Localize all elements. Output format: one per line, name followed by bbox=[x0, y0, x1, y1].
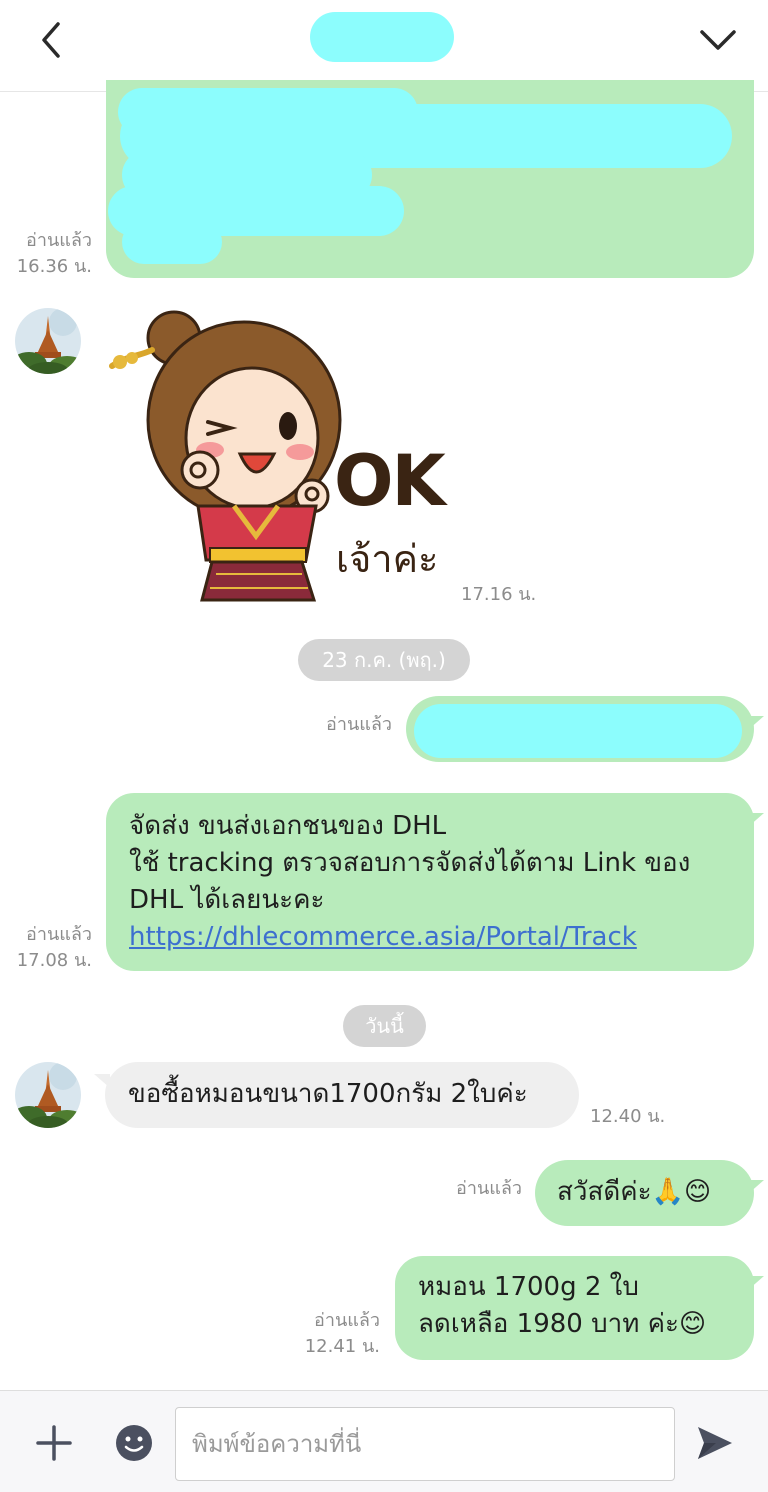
plus-icon bbox=[36, 1425, 72, 1461]
outgoing-message[interactable]: หมอน 1700g 2 ใบ ลดเหลือ 1980 บาท ค่ะ😊 bbox=[395, 1256, 754, 1360]
bubble-tail bbox=[748, 716, 764, 730]
chat-header bbox=[0, 0, 768, 92]
message-text: ขอซื้อหมอนขนาด1700กรัม 2ใบค่ะ bbox=[128, 1079, 528, 1109]
emoji-icon bbox=[116, 1425, 152, 1461]
message-input-bar: พิมพ์ข้อความที่นี่ bbox=[0, 1390, 768, 1492]
timestamp: 12.40 น. bbox=[590, 1106, 666, 1127]
chevron-down-icon bbox=[700, 30, 736, 50]
date-separator: 23 ก.ค. (พฤ.) bbox=[298, 639, 470, 681]
redaction-block bbox=[122, 220, 222, 264]
contact-avatar[interactable] bbox=[15, 308, 81, 374]
timestamp: 12.41 น. bbox=[304, 1336, 380, 1357]
message-line: DHL ได้เลยนะคะ bbox=[129, 885, 325, 915]
tracking-link[interactable]: https://dhlecommerce.asia/Portal/Track bbox=[129, 919, 749, 956]
message-meta: อ่านแล้ว 17.08 น. bbox=[0, 922, 92, 974]
read-receipt: อ่านแล้ว bbox=[26, 924, 92, 945]
chat-screen: อ่านแล้ว 16.36 น. OK เจ้าค่ะ 17.16 น. 23… bbox=[0, 0, 768, 1492]
message-meta: อ่านแล้ว 12.41 น. bbox=[280, 1308, 380, 1360]
chat-title-redacted bbox=[310, 12, 454, 62]
date-separator: วันนี้ bbox=[343, 1005, 426, 1047]
chevron-left-icon bbox=[42, 22, 60, 58]
send-icon bbox=[698, 1427, 732, 1459]
menu-toggle-button[interactable] bbox=[696, 18, 740, 62]
outgoing-message[interactable]: จัดส่ง ขนส่งเอกชนของ DHL ใช้ tracking ตร… bbox=[106, 793, 754, 971]
emoji-button[interactable] bbox=[114, 1423, 154, 1463]
message-body: หมอน 1700g 2 ใบ ลดเหลือ 1980 บาท ค่ะ😊 bbox=[418, 1269, 706, 1343]
outgoing-message[interactable]: สวัสดีค่ะ🙏😊 bbox=[535, 1160, 754, 1226]
redaction-block bbox=[414, 704, 742, 758]
read-receipt: อ่านแล้ว bbox=[26, 230, 92, 251]
contact-avatar[interactable] bbox=[15, 1062, 81, 1128]
incoming-message[interactable]: ขอซื้อหมอนขนาด1700กรัม 2ใบค่ะ bbox=[105, 1062, 579, 1128]
timestamp: 16.36 น. bbox=[16, 256, 92, 277]
sticker-ok-text: OK bbox=[334, 440, 446, 522]
message-input[interactable]: พิมพ์ข้อความที่นี่ bbox=[175, 1407, 675, 1481]
sticker[interactable]: OK เจ้าค่ะ bbox=[106, 310, 446, 610]
pagoda-avatar-icon bbox=[15, 308, 81, 374]
add-attachment-button[interactable] bbox=[34, 1423, 74, 1463]
send-button[interactable] bbox=[694, 1423, 736, 1463]
back-button[interactable] bbox=[30, 18, 74, 62]
message-text: สวัสดีค่ะ🙏😊 bbox=[557, 1177, 712, 1207]
message-body: จัดส่ง ขนส่งเอกชนของ DHL ใช้ tracking ตร… bbox=[129, 808, 749, 956]
timestamp: 17.16 น. bbox=[461, 584, 537, 605]
read-receipt: อ่านแล้ว bbox=[456, 1178, 522, 1199]
read-receipt: อ่านแล้ว bbox=[314, 1310, 380, 1331]
message-meta: อ่านแล้ว 16.36 น. bbox=[0, 228, 92, 280]
message-line: จัดส่ง ขนส่งเอกชนของ DHL bbox=[129, 811, 447, 841]
outgoing-message-redacted[interactable] bbox=[106, 80, 754, 278]
read-receipt: อ่านแล้ว bbox=[326, 714, 392, 735]
bubble-tail bbox=[748, 813, 764, 827]
bubble-tail bbox=[748, 1276, 764, 1290]
message-line: หมอน 1700g 2 ใบ bbox=[418, 1272, 639, 1302]
timestamp: 17.08 น. bbox=[16, 950, 92, 971]
message-line: ใช้ tracking ตรวจสอบการจัดส่งได้ตาม Link… bbox=[129, 848, 691, 878]
outgoing-message-redacted[interactable] bbox=[406, 696, 754, 762]
bubble-tail bbox=[748, 1180, 764, 1194]
message-line: ลดเหลือ 1980 บาท ค่ะ😊 bbox=[418, 1309, 707, 1339]
pagoda-avatar-icon bbox=[15, 1062, 81, 1128]
sticker-sub-text: เจ้าค่ะ bbox=[336, 537, 439, 581]
